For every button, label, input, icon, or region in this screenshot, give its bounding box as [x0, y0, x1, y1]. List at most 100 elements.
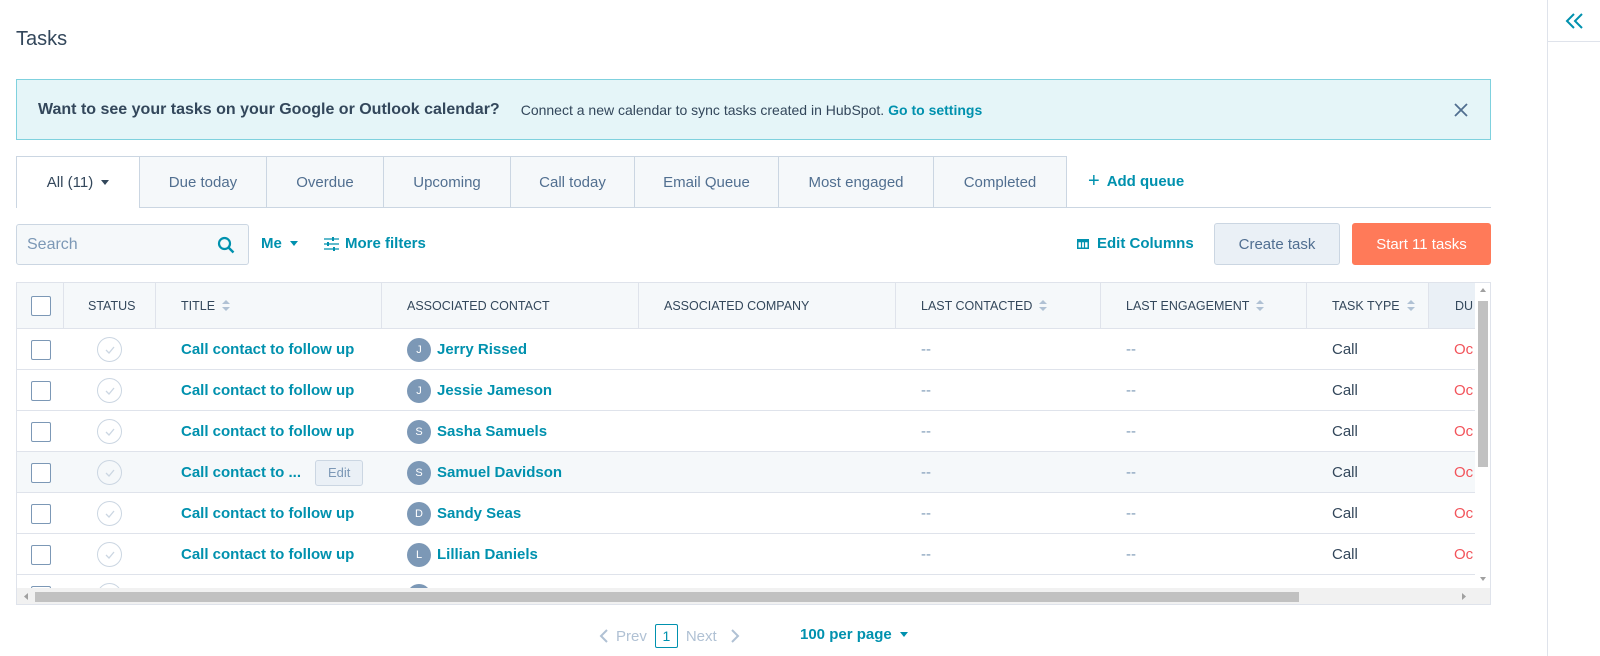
go-to-settings-link[interactable]: Go to settings	[888, 102, 982, 118]
vertical-scrollbar[interactable]	[1475, 283, 1491, 590]
task-title-link[interactable]: Call contact to follow up	[181, 505, 354, 522]
sort-icon	[1406, 299, 1415, 312]
column-header-status: STATUS	[64, 283, 156, 328]
contact-link[interactable]: Sasha Samuels	[437, 423, 547, 440]
tab-completed[interactable]: Completed	[934, 156, 1067, 208]
complete-task-icon[interactable]	[97, 460, 122, 485]
table-row[interactable]: Call contact to follow up S Sasha Samuels…	[17, 411, 1490, 452]
row-checkbox[interactable]	[31, 421, 51, 442]
tab-overdue[interactable]: Overdue	[267, 156, 384, 208]
row-select-cell	[31, 493, 51, 534]
last-engagement-cell: --	[1126, 382, 1136, 399]
column-header-task-type[interactable]: TASK TYPE	[1307, 283, 1429, 328]
edit-columns-button[interactable]: Edit Columns	[1077, 235, 1194, 252]
create-task-button[interactable]: Create task	[1214, 223, 1340, 265]
tabs-divider	[139, 207, 1491, 208]
complete-task-icon[interactable]	[97, 542, 122, 567]
select-all-checkbox[interactable]	[31, 295, 51, 316]
columns-icon	[1077, 238, 1089, 249]
column-header-label: LAST CONTACTED	[921, 298, 1033, 313]
contact-link[interactable]: Lillian Daniels	[437, 546, 538, 563]
sort-icon	[1256, 299, 1265, 312]
row-checkbox[interactable]	[31, 380, 51, 401]
tab-email-queue[interactable]: Email Queue	[635, 156, 779, 208]
scroll-right-icon[interactable]	[1457, 588, 1471, 605]
owner-filter-dropdown[interactable]: Me	[261, 235, 298, 252]
task-title-link[interactable]: Call contact to follow up	[181, 546, 354, 563]
caret-down-icon	[289, 241, 298, 246]
complete-task-icon[interactable]	[97, 337, 122, 362]
scroll-down-icon[interactable]	[1475, 573, 1491, 585]
title-cell: Call contact to follow up	[181, 493, 354, 534]
row-checkbox[interactable]	[31, 339, 51, 360]
tab-label: Most engaged	[808, 173, 904, 191]
table-row[interactable]: Call contact to follow up L Lillian Danie…	[17, 534, 1490, 575]
complete-task-icon[interactable]	[97, 501, 122, 526]
title-cell: Call contact to follow up	[181, 411, 354, 452]
search-input[interactable]	[17, 225, 207, 264]
task-type-cell: Call	[1332, 505, 1358, 522]
page-number[interactable]: 1	[654, 624, 678, 648]
column-header-title[interactable]: TITLE	[156, 283, 382, 328]
task-title-link[interactable]: Call contact to follow up	[181, 341, 354, 358]
search-icon[interactable]	[217, 236, 235, 254]
tab-most-engaged[interactable]: Most engaged	[779, 156, 934, 208]
more-filters-button[interactable]: More filters	[324, 235, 426, 252]
collapse-sidebar-button[interactable]	[1548, 0, 1600, 42]
column-header-last-contacted[interactable]: LAST CONTACTED	[896, 283, 1101, 328]
column-header-last-engagement[interactable]: LAST ENGAGEMENT	[1101, 283, 1307, 328]
due-date-cell: Oc	[1454, 382, 1474, 399]
status-cell	[97, 534, 122, 575]
status-cell	[97, 452, 122, 493]
banner-heading: Want to see your tasks on your Google or…	[38, 100, 500, 118]
tab-call-today[interactable]: Call today	[511, 156, 635, 208]
next-page-button[interactable]: Next	[686, 628, 741, 645]
owner-filter-label: Me	[261, 235, 282, 252]
task-title-link[interactable]: Call contact to ...	[181, 464, 301, 481]
start-tasks-button[interactable]: Start 11 tasks	[1352, 223, 1491, 265]
complete-task-icon[interactable]	[97, 419, 122, 444]
task-title-link[interactable]: Call contact to follow up	[181, 423, 354, 440]
per-page-dropdown[interactable]: 100 per page	[800, 626, 908, 643]
tab-label: Email Queue	[663, 173, 750, 191]
contact-link[interactable]: Sandy Seas	[437, 505, 521, 522]
select-all-cell	[17, 283, 64, 328]
add-queue-button[interactable]: + Add queue	[1088, 171, 1184, 191]
scroll-up-icon[interactable]	[1475, 284, 1491, 296]
tab-all[interactable]: All (11)	[16, 156, 140, 208]
edit-button[interactable]: Edit	[315, 459, 364, 486]
row-select-cell	[31, 411, 51, 452]
table-row[interactable]: Call contact to ... Edit S Samuel Davidson…	[17, 452, 1490, 493]
contact-cell: J Jessie Jameson	[407, 370, 552, 411]
close-icon[interactable]	[1452, 101, 1470, 119]
contact-cell: J Jerry Rissed	[407, 329, 527, 370]
table-row[interactable]: Call contact to follow up D Sandy Seas --…	[17, 493, 1490, 534]
avatar: J	[407, 337, 431, 362]
task-title-link[interactable]: Call contact to follow up	[181, 382, 354, 399]
scrollbar-thumb[interactable]	[1478, 301, 1488, 467]
row-checkbox[interactable]	[31, 462, 51, 483]
column-header-associated-company: ASSOCIATED COMPANY	[639, 283, 896, 328]
contact-link[interactable]: Jerry Rissed	[437, 341, 527, 358]
row-checkbox[interactable]	[31, 544, 51, 565]
complete-task-icon[interactable]	[97, 378, 122, 403]
prev-page-button[interactable]: Prev	[598, 628, 647, 645]
caret-down-icon	[899, 632, 908, 637]
filter-sliders-icon	[324, 236, 339, 251]
contact-link[interactable]: Jessie Jameson	[437, 382, 552, 399]
contact-link[interactable]: Samuel Davidson	[437, 464, 562, 481]
table-row[interactable]: Call contact to follow up J Jessie Jameso…	[17, 370, 1490, 411]
row-select-cell	[31, 370, 51, 411]
title-cell: Call contact to follow up	[181, 534, 354, 575]
tab-due-today[interactable]: Due today	[140, 156, 267, 208]
main-content: Tasks Want to see your tasks on your Goo…	[0, 0, 1548, 656]
tab-upcoming[interactable]: Upcoming	[384, 156, 511, 208]
scroll-left-icon[interactable]	[19, 588, 33, 605]
tab-label: Completed	[963, 173, 1037, 191]
row-select-cell	[31, 534, 51, 575]
scrollbar-thumb[interactable]	[35, 592, 1299, 602]
page-title: Tasks	[16, 28, 68, 50]
row-checkbox[interactable]	[31, 503, 51, 524]
table-row[interactable]: Call contact to follow up J Jerry Rissed …	[17, 329, 1490, 370]
horizontal-scrollbar[interactable]	[17, 588, 1490, 605]
